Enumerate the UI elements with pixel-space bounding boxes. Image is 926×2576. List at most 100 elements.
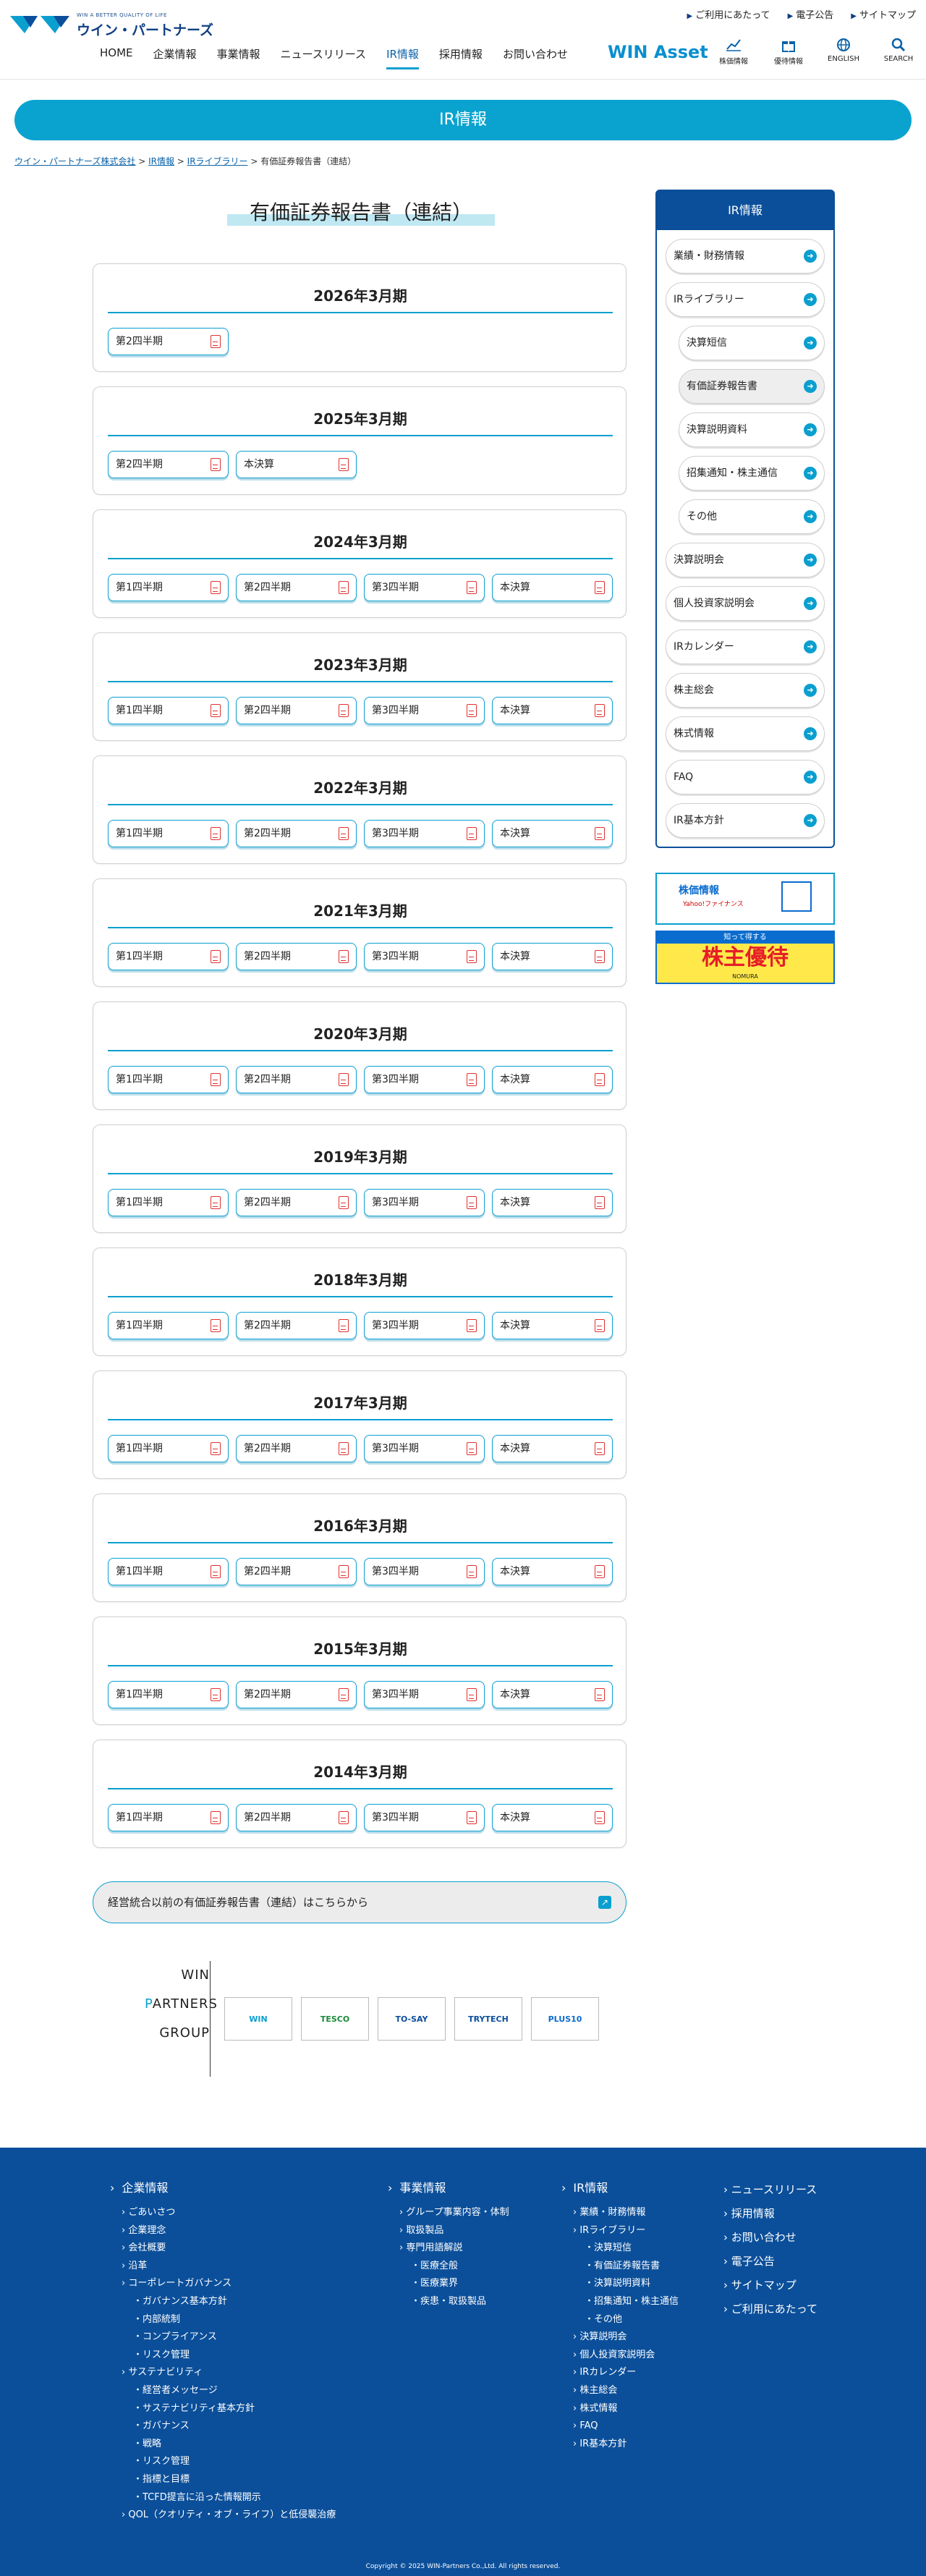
header-link-globe[interactable]: ENGLISH [823, 38, 864, 66]
report-pdf-button[interactable]: 本決算 [492, 1312, 613, 1339]
footer-link[interactable]: › グループ事業内容・体制 [388, 2204, 509, 2222]
report-pdf-button[interactable]: 第1四半期 [108, 1435, 229, 1462]
sidebar-item[interactable]: 株主総会 ➜ [666, 673, 825, 708]
footer-link[interactable]: ・医療業界 [388, 2275, 509, 2293]
report-pdf-button[interactable]: 第2四半期 [108, 451, 229, 478]
report-pdf-button[interactable]: 本決算 [492, 1435, 613, 1462]
utility-link[interactable]: ▶ サイトマップ [851, 7, 916, 21]
footer-link[interactable]: › QOL（クオリティ・オブ・ライフ）と低侵襲治療 [110, 2507, 336, 2525]
report-pdf-button[interactable]: 第3四半期 [364, 1066, 485, 1093]
footer-link[interactable]: › 沿革 [110, 2258, 336, 2276]
sidebar-item[interactable]: 個人投資家説明会 ➜ [666, 586, 825, 621]
footer-link[interactable]: › IR基本方針 [561, 2436, 679, 2454]
report-pdf-button[interactable]: 第2四半期 [236, 1435, 357, 1462]
report-pdf-button[interactable]: 本決算 [492, 1066, 613, 1093]
footer-link[interactable]: › ごあいさつ [110, 2204, 336, 2222]
nav-item[interactable]: ニュースリリース [281, 46, 367, 69]
footer-link[interactable]: › 株式情報 [561, 2400, 679, 2418]
header-link-search[interactable]: SEARCH [878, 38, 919, 66]
report-pdf-button[interactable]: 第1四半期 [108, 1681, 229, 1708]
report-pdf-button[interactable]: 第2四半期 [236, 820, 357, 847]
footer-heading[interactable]: › 企業情報 [110, 2178, 336, 2195]
report-pdf-button[interactable]: 第3四半期 [364, 1558, 485, 1585]
report-pdf-button[interactable]: 第1四半期 [108, 1066, 229, 1093]
report-pdf-button[interactable]: 第1四半期 [108, 697, 229, 724]
group-company-logo[interactable]: WIN [224, 1997, 292, 2041]
report-pdf-button[interactable]: 第2四半期 [236, 1189, 357, 1216]
report-pdf-button[interactable]: 第1四半期 [108, 1804, 229, 1831]
footer-link[interactable]: › サステナビリティ [110, 2364, 336, 2382]
report-pdf-button[interactable]: 第3四半期 [364, 943, 485, 970]
breadcrumb-link[interactable]: ウイン・パートナーズ株式会社 [14, 156, 135, 166]
report-pdf-button[interactable]: 本決算 [492, 1681, 613, 1708]
footer-link[interactable]: › FAQ [561, 2418, 679, 2436]
sidebar-item[interactable]: 株式情報 ➜ [666, 716, 825, 751]
nav-item[interactable]: 採用情報 [439, 46, 483, 69]
footer-link[interactable]: › ご利用にあたって [712, 2297, 817, 2321]
header-link-gift[interactable]: 優待情報 [768, 38, 809, 66]
footer-heading[interactable]: › 事業情報 [388, 2178, 509, 2195]
footer-link[interactable]: ・医療全般 [388, 2258, 509, 2276]
report-pdf-button[interactable]: 第2四半期 [236, 1312, 357, 1339]
footer-link[interactable]: › 採用情報 [712, 2202, 817, 2226]
report-pdf-button[interactable]: 第2四半期 [236, 943, 357, 970]
report-pdf-button[interactable]: 第1四半期 [108, 1189, 229, 1216]
report-pdf-button[interactable]: 第3四半期 [364, 1435, 485, 1462]
report-pdf-button[interactable]: 本決算 [236, 451, 357, 478]
report-pdf-button[interactable]: 本決算 [492, 1189, 613, 1216]
report-pdf-button[interactable]: 第3四半期 [364, 697, 485, 724]
report-pdf-button[interactable]: 第3四半期 [364, 1681, 485, 1708]
footer-link[interactable]: › お問い合わせ [712, 2226, 817, 2250]
nav-item[interactable]: お問い合わせ [503, 46, 568, 69]
footer-link[interactable]: ・決算短信 [561, 2240, 679, 2258]
group-company-logo[interactable]: TO-SAY [378, 1997, 446, 2041]
footer-link[interactable]: › 電子公告 [712, 2250, 817, 2274]
footer-link[interactable]: ・経営者メッセージ [110, 2382, 336, 2400]
footer-link[interactable]: › 専門用語解説 [388, 2240, 509, 2258]
report-pdf-button[interactable]: 本決算 [492, 943, 613, 970]
report-pdf-button[interactable]: 第2四半期 [108, 328, 229, 355]
report-pdf-button[interactable]: 第1四半期 [108, 943, 229, 970]
sidebar-item[interactable]: 決算説明会 ➜ [666, 543, 825, 577]
footer-link[interactable]: › コーポレートガバナンス [110, 2275, 336, 2293]
footer-link[interactable]: ・疾患・取扱製品 [388, 2293, 509, 2311]
group-company-logo[interactable]: TRYTECH [454, 1997, 522, 2041]
utility-link[interactable]: ▶ ご利用にあたって [687, 7, 770, 21]
report-pdf-button[interactable]: 第2四半期 [236, 1558, 357, 1585]
footer-link[interactable]: › 株主総会 [561, 2382, 679, 2400]
report-pdf-button[interactable]: 第3四半期 [364, 820, 485, 847]
report-pdf-button[interactable]: 第3四半期 [364, 574, 485, 601]
stock-info-banner[interactable]: 株価情報 Yahoo!ファイナンス [655, 873, 835, 925]
footer-link[interactable]: ・内部統制 [110, 2311, 336, 2329]
footer-link[interactable]: › 企業理念 [110, 2222, 336, 2240]
nav-item[interactable]: HOME [100, 46, 133, 69]
win-asset-link[interactable]: WIN Asset [608, 42, 708, 62]
footer-link[interactable]: ・戦略 [110, 2436, 336, 2454]
report-pdf-button[interactable]: 第3四半期 [364, 1804, 485, 1831]
report-pdf-button[interactable]: 第1四半期 [108, 820, 229, 847]
footer-link[interactable]: ・決算説明資料 [561, 2275, 679, 2293]
utility-link[interactable]: ▶ 電子公告 [788, 7, 834, 21]
footer-link[interactable]: › 取扱製品 [388, 2222, 509, 2240]
sidebar-item[interactable]: 招集通知・株主通信 ➜ [679, 456, 825, 491]
footer-link[interactable]: › ニュースリリース [712, 2178, 817, 2202]
report-pdf-button[interactable]: 第1四半期 [108, 1312, 229, 1339]
report-pdf-button[interactable]: 第2四半期 [236, 1066, 357, 1093]
footer-link[interactable]: › 個人投資家説明会 [561, 2347, 679, 2365]
sidebar-item[interactable]: その他 ➜ [679, 499, 825, 534]
footer-link[interactable]: › IRカレンダー [561, 2364, 679, 2382]
nav-item[interactable]: IR情報 [386, 46, 419, 69]
group-company-logo[interactable]: PLUS10 [531, 1997, 599, 2041]
shareholder-benefit-banner[interactable]: 知って得する 株主優待 NOMURA [655, 931, 835, 984]
sidebar-item[interactable]: FAQ ➜ [666, 760, 825, 795]
footer-link[interactable]: › 会社概要 [110, 2240, 336, 2258]
group-company-logo[interactable]: TESCO [301, 1997, 369, 2041]
report-pdf-button[interactable]: 第3四半期 [364, 1312, 485, 1339]
footer-link[interactable]: › 決算説明会 [561, 2329, 679, 2347]
report-pdf-button[interactable]: 本決算 [492, 820, 613, 847]
sidebar-item[interactable]: 決算短信 ➜ [679, 326, 825, 360]
sidebar-item[interactable]: 有価証券報告書 ➜ [679, 369, 825, 404]
report-pdf-button[interactable]: 本決算 [492, 1558, 613, 1585]
report-pdf-button[interactable]: 第2四半期 [236, 574, 357, 601]
footer-link[interactable]: ・指標と目標 [110, 2471, 336, 2489]
